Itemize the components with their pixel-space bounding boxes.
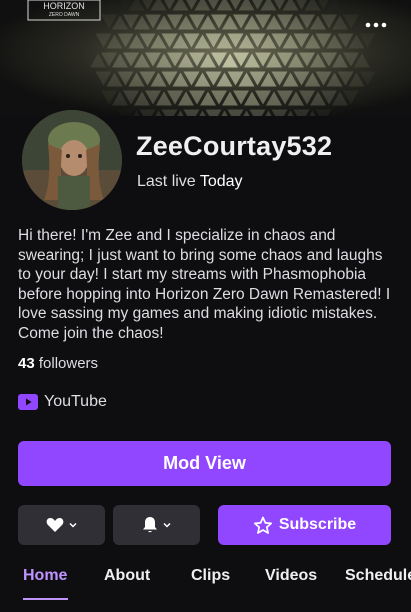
avatar-image bbox=[22, 110, 122, 210]
channel-banner: HORIZON ZERO DAWN bbox=[0, 0, 411, 116]
followers-count: 43 followers bbox=[18, 355, 98, 372]
star-icon bbox=[253, 516, 272, 534]
subscribe-button[interactable]: Subscribe bbox=[218, 505, 391, 545]
banner-image: HORIZON ZERO DAWN bbox=[0, 0, 411, 116]
tab-schedule[interactable]: Schedule bbox=[345, 567, 411, 585]
social-link-youtube[interactable]: YouTube bbox=[18, 393, 107, 411]
last-live-label: Last live bbox=[137, 173, 196, 190]
social-link-label: YouTube bbox=[44, 393, 107, 410]
more-options-icon bbox=[365, 22, 387, 28]
more-options-button[interactable] bbox=[365, 22, 395, 46]
followers-number: 43 bbox=[18, 355, 35, 372]
last-live-status: Last live Today bbox=[137, 173, 243, 191]
bell-icon bbox=[142, 517, 157, 533]
tab-videos[interactable]: Videos bbox=[265, 567, 317, 585]
active-tab-indicator bbox=[23, 598, 68, 600]
channel-bio: Hi there! I'm Zee and I specialize in ch… bbox=[18, 227, 391, 342]
tab-clips[interactable]: Clips bbox=[191, 567, 230, 585]
channel-tabs: Home About Clips Videos Schedule bbox=[0, 562, 411, 612]
svg-text:HORIZON: HORIZON bbox=[43, 1, 85, 11]
heart-icon bbox=[46, 518, 63, 532]
notifications-button[interactable] bbox=[113, 505, 200, 545]
mod-view-button[interactable]: Mod View bbox=[18, 441, 391, 486]
tab-about[interactable]: About bbox=[104, 567, 150, 585]
tab-home[interactable]: Home bbox=[23, 567, 67, 585]
last-live-value: Today bbox=[199, 173, 243, 190]
channel-name: ZeeCourtay532 bbox=[136, 131, 333, 161]
channel-page: HORIZON ZERO DAWN ZeeCourtay532 Last liv… bbox=[0, 0, 411, 612]
youtube-icon bbox=[18, 394, 38, 410]
svg-text:ZERO DAWN: ZERO DAWN bbox=[49, 12, 80, 18]
followers-label: followers bbox=[38, 355, 99, 372]
follow-button[interactable] bbox=[18, 505, 105, 545]
chevron-down-icon bbox=[68, 522, 77, 528]
subscribe-label: Subscribe bbox=[278, 516, 357, 533]
avatar[interactable] bbox=[22, 110, 122, 210]
chevron-down-icon bbox=[162, 522, 171, 528]
